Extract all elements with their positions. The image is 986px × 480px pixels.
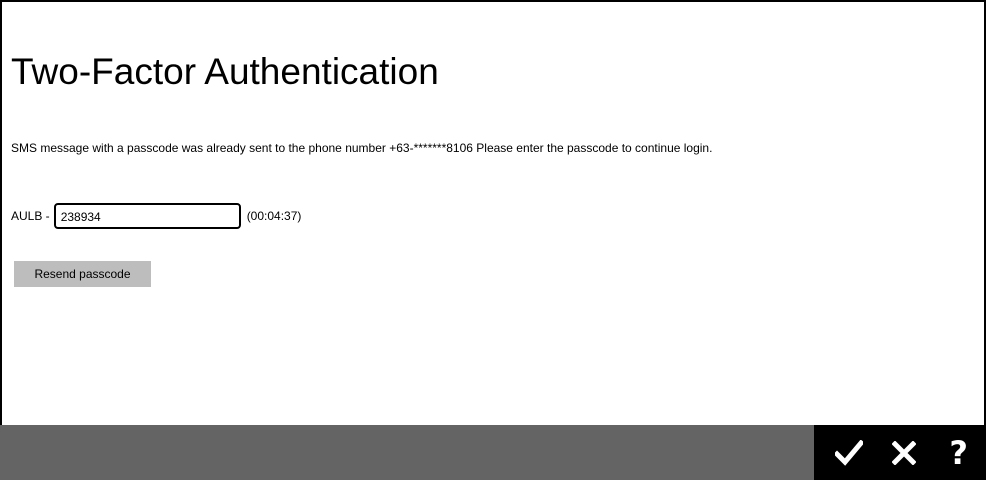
help-button[interactable]: ? (939, 433, 979, 473)
resend-passcode-button[interactable]: Resend passcode (14, 261, 151, 287)
sms-message: SMS message with a passcode was already … (11, 141, 713, 155)
help-icon: ? (949, 433, 968, 472)
passcode-input[interactable] (53, 203, 241, 229)
close-icon (891, 440, 916, 465)
confirm-button[interactable] (829, 433, 869, 473)
countdown-timer: (00:04:37) (246, 209, 302, 223)
checkmark-icon (835, 439, 864, 466)
page-title: Two-Factor Authentication (11, 51, 439, 92)
footer-bar: ? (0, 425, 986, 480)
passcode-row: AULB - (00:04:37) (11, 202, 301, 230)
footer-actions: ? (814, 425, 986, 480)
passcode-prefix: AULB - (11, 209, 50, 223)
cancel-button[interactable] (884, 433, 924, 473)
